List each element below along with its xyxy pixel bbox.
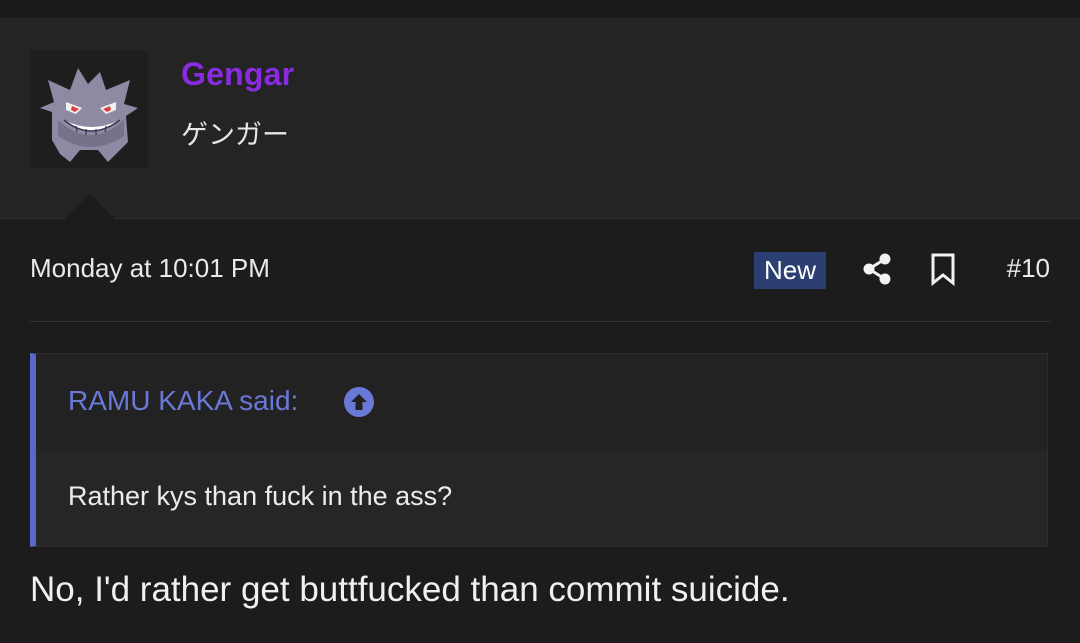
header-pointer: [64, 194, 116, 220]
username[interactable]: Gengar: [181, 56, 294, 93]
quote-author-link[interactable]: RAMU KAKA said:: [68, 385, 298, 417]
arrow-up-circle-icon[interactable]: [343, 386, 375, 418]
user-avatar[interactable]: [30, 50, 148, 168]
quote-block: RAMU KAKA said: Rather kys than fuck in …: [30, 353, 1048, 547]
post-number-link[interactable]: #10: [1007, 253, 1050, 284]
quote-header: RAMU KAKA said:: [36, 354, 1047, 450]
user-title: ゲンガー: [181, 120, 289, 151]
user-header: Gengar ゲンガー: [0, 18, 1080, 219]
post-date[interactable]: Monday at 10:01 PM: [30, 253, 270, 284]
bookmark-icon[interactable]: [928, 252, 958, 286]
gengar-avatar-icon: [30, 50, 148, 168]
divider: [30, 321, 1050, 322]
post-meta-bar: Monday at 10:01 PM New #10: [30, 240, 1050, 300]
post-body: No, I'd rather get buttfucked than commi…: [30, 570, 790, 609]
top-bar: [0, 0, 1080, 19]
share-icon[interactable]: [860, 252, 894, 286]
quote-text: Rather kys than fuck in the ass?: [68, 481, 453, 511]
new-badge: New: [754, 252, 827, 289]
